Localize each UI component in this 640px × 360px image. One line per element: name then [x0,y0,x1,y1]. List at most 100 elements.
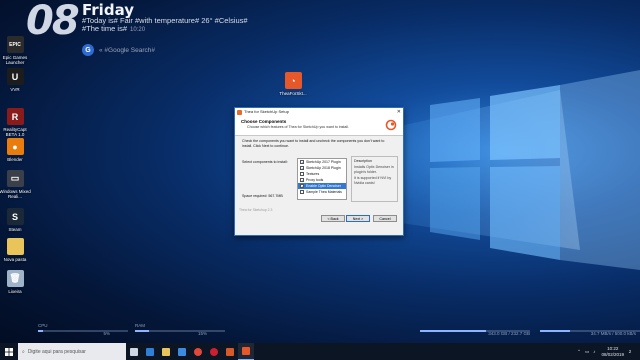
taskbar-app[interactable] [238,343,254,360]
taskbar-search[interactable]: ⌕ Digite aqui para pesquisar [18,343,126,360]
space-required: Space required: 567.7MB [242,194,283,198]
cpu-label: CPU [38,323,48,328]
taskbar-clock[interactable]: 10:22 08/02/2019 [601,346,624,357]
desktop-icon[interactable]: S Steam [2,208,28,232]
disk-value: 343.0 GB / 232.7 GB [488,331,530,336]
chevron-up-icon[interactable]: ⌃ [577,349,581,355]
meter-fill [135,330,149,332]
desktop-icon[interactable]: ▭ Windows Mixed Reali... [0,170,31,199]
desktop-icon[interactable]: ● Blender [2,138,28,162]
component-checkbox[interactable]: ✓ [300,178,304,183]
components-list[interactable]: ✓ SketchUp 2017 Plugin ✓ SketchUp 2018 Plug… [297,158,347,200]
cpu-meter: CPU 5% [38,323,128,339]
taskbar-apps [126,343,254,360]
taskbar-app[interactable] [174,343,190,360]
opera-icon [210,347,218,356]
ram-bar [135,330,225,332]
time-value: 10:20 [130,27,146,33]
desktop-icon-label: TheaForSkt... [279,91,307,96]
taskbar-search-placeholder: Digite aqui para pesquisar [27,348,86,355]
unreal-icon: U [6,68,24,85]
desktop-icon-label: Epic Games Launcher [2,55,28,66]
component-label: Sample Thea Materials [306,190,342,194]
header-title: Choose Components [241,119,287,124]
taskbar: ⌕ Digite aqui para pesquisar ⌃ ▭ ♪ 10:22… [0,343,640,360]
dialog-body: Check the components you want to install… [235,136,403,224]
select-caption: Select components to install: [242,160,288,164]
taskbar-app[interactable] [222,343,238,360]
description-heading: Description [354,159,372,163]
component-label: Proxy tools [306,178,324,182]
start-button[interactable] [0,343,18,360]
component-checkbox[interactable]: ✓ [300,160,304,165]
file-explorer-icon [162,347,170,356]
taskbar-date: 08/02/2019 [601,351,624,357]
component-item[interactable]: Sample Thea Materials [298,189,346,195]
ram-meter: RAM 15% [135,323,225,339]
cancel-button[interactable]: Cancel [373,215,397,222]
description-box: Description Installs Optix Denoiser in p… [351,156,398,202]
taskbar-app[interactable] [142,343,158,360]
desktop-icon[interactable]: EPIC Epic Games Launcher [2,36,28,65]
network-icon[interactable]: ▭ [585,349,589,355]
day-number: 08 [26,0,80,44]
google-search-input[interactable]: « #Google Search# [99,47,155,54]
installer-brand: Thea for Sketchup 2.3 [239,208,273,212]
installer-dialog: Thea for SketchUp Setup ✕ Choose Compone… [234,107,404,236]
steam-icon: S [6,208,24,225]
intro-text: Check the components you want to install… [242,139,385,148]
thea-installer-icon: ◔ [284,72,302,89]
ram-value: 15% [197,331,207,336]
desktop-icon-label: Steam [8,227,22,232]
taskbar-app[interactable] [158,343,174,360]
edge-icon [146,347,154,356]
blender-icon: ● [6,138,24,155]
dialog-header: Choose Components Choose which features … [235,116,403,136]
desktop-icon-label: Lixeira [8,289,22,294]
dialog-titlebar[interactable]: Thea for SketchUp Setup ✕ [235,108,403,116]
taskbar-app[interactable] [126,343,142,360]
windows-logo-icon [5,347,13,356]
time-line: #The time is# 10:20 [82,24,145,33]
thea-logo-icon [385,119,397,131]
dialog-title: Thea for SketchUp Setup [244,109,289,114]
cpu-bar [38,330,128,332]
volume-icon[interactable]: ♪ [593,349,595,354]
taskbar-app[interactable] [190,343,206,360]
next-button[interactable]: Next > [346,215,370,222]
close-icon[interactable]: ✕ [397,108,401,116]
desktop-icon[interactable]: U VVR [2,68,28,92]
recycle-bin-icon: 🗑 [6,270,24,287]
reality-capture-icon: R [6,108,24,125]
component-checkbox[interactable]: ✓ [300,184,304,189]
thea-app-icon [237,109,242,115]
task-view-icon [130,347,138,356]
desktop-icon-label: VVR [10,87,20,92]
description-text: Installs Optix Denoiser in plugin's fold… [354,165,394,174]
component-label: SketchUp 2018 Plugin [306,166,341,170]
component-label: SketchUp 2017 Plugin [306,160,341,164]
taskbar-app[interactable] [206,343,222,360]
notification-count: 2 [628,349,632,354]
component-checkbox[interactable] [300,190,304,194]
chrome-icon [194,347,202,356]
desktop-icon-label: Blender [7,157,23,162]
desktop-icon-label: Nova pasta [3,257,27,262]
desktop-icon[interactable]: ◔ TheaForSkt... [279,72,307,96]
google-search-widget[interactable]: G « #Google Search# [82,44,155,56]
desktop-icon[interactable]: 🗑 Lixeira [2,270,28,294]
component-checkbox[interactable] [300,172,304,176]
meter-fill [540,330,570,332]
meter-fill [38,330,43,332]
disk-meter: 343.0 GB / 232.7 GB [420,323,530,339]
notification-icon[interactable]: 2 [624,349,636,354]
desktop-icon[interactable]: R RealityCapt BETA 1.0 [2,108,28,137]
component-checkbox[interactable]: ✓ [300,166,304,171]
sketchup-icon [226,347,234,356]
time-label: #The time is# [82,24,128,33]
meter-fill [420,330,486,332]
cpu-value: 5% [103,331,110,336]
back-button[interactable]: < Back [321,215,345,222]
system-tray: ⌃ ▭ ♪ 10:22 08/02/2019 2 [575,343,640,360]
desktop-icon[interactable]: Nova pasta [2,238,28,262]
